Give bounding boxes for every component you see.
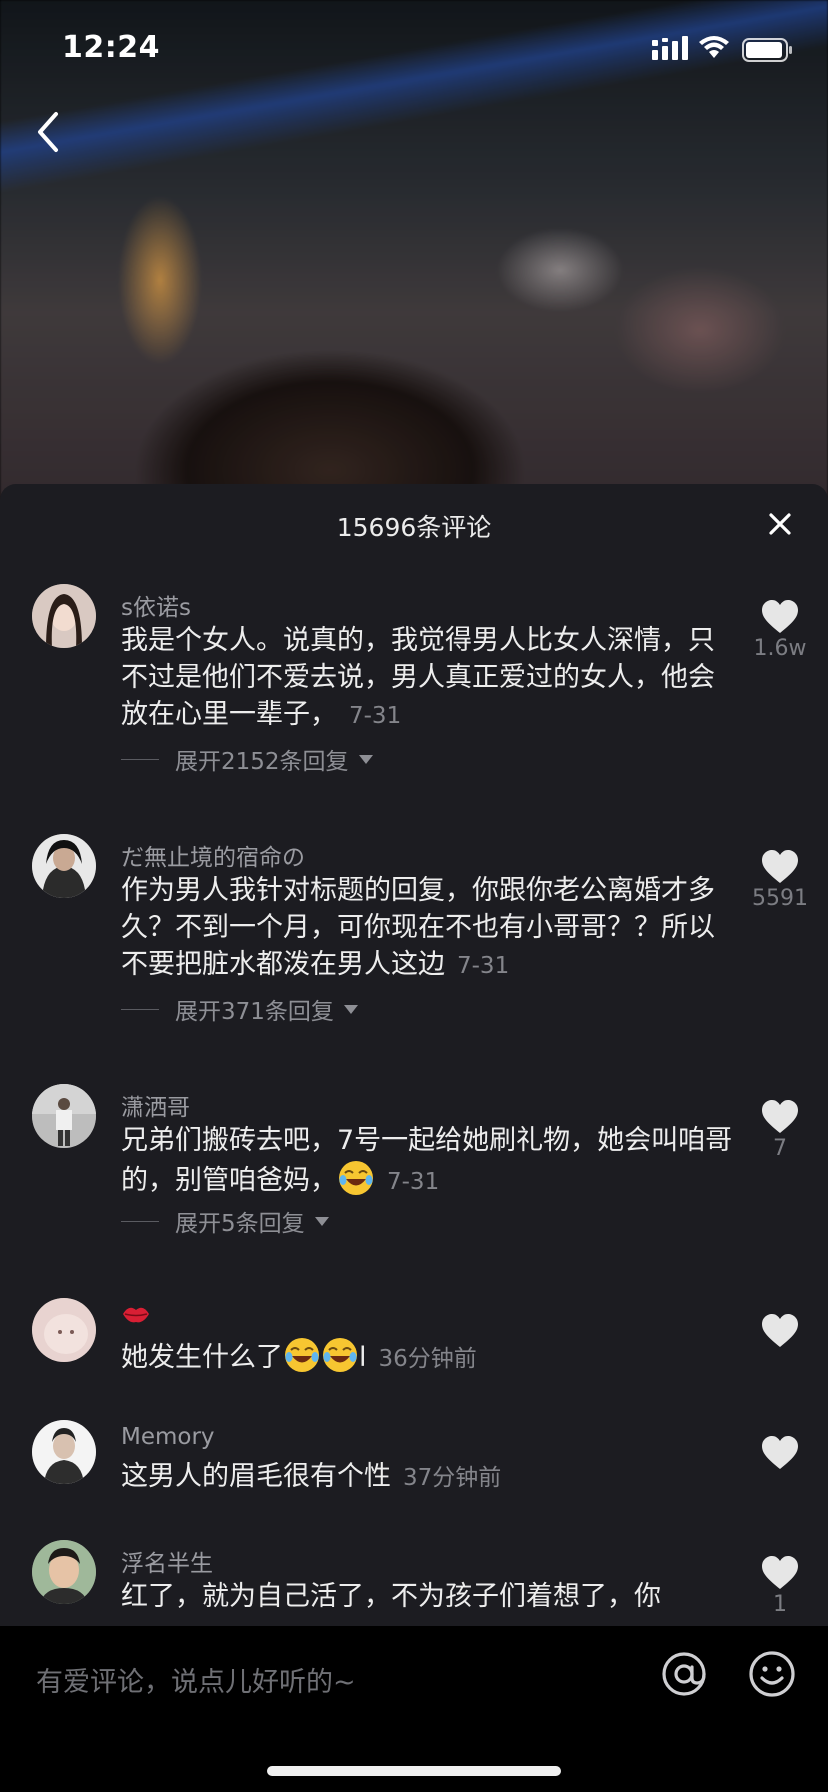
comment-date: 36分钟前 <box>378 1346 477 1372</box>
expand-label: 展开371条回复 <box>175 999 334 1025</box>
comment-author[interactable]: s依诺s <box>121 588 191 622</box>
comment-date: 37分钟前 <box>403 1465 502 1491</box>
comment-body: 这男人的眉毛很有个性 <box>121 1461 391 1492</box>
expand-replies[interactable]: 展开5条回复 <box>121 1204 329 1238</box>
heart-icon <box>762 600 798 633</box>
close-icon[interactable] <box>764 508 796 540</box>
expand-replies[interactable]: 展开2152条回复 <box>121 742 373 776</box>
like-button[interactable] <box>730 1436 828 1470</box>
comment-author[interactable]: だ無止境的宿命の <box>121 838 305 872</box>
comment-text: 她发生什么了 l 36分钟前 <box>121 1336 733 1378</box>
expand-label: 展开2152条回复 <box>175 749 349 775</box>
comment-panel: 15696条评论 s依诺s 我是个女人。说真的，我觉得男人比女人深情，只不过是他… <box>0 484 828 1792</box>
like-button[interactable]: 1 <box>730 1556 828 1617</box>
status-time: 12:24 <box>62 30 160 65</box>
divider-line <box>121 758 159 760</box>
avatar[interactable] <box>32 1298 96 1362</box>
video-shade <box>0 0 828 520</box>
wifi-icon <box>699 36 729 58</box>
heart-icon <box>762 1100 798 1133</box>
comment-text: 兄弟们搬砖去吧，7号一起给她刷礼物，她会叫咱哥的，别管咱爸妈， 7-31 <box>121 1122 733 1201</box>
avatar[interactable] <box>32 1540 96 1604</box>
lips-icon <box>123 1307 149 1323</box>
comment-text: 我是个女人。说真的，我觉得男人比女人深情，只不过是他们不爱去说，男人真正爱过的女… <box>121 622 733 735</box>
caret-down-icon <box>358 754 373 764</box>
comment-body: 我是个女人。说真的，我觉得男人比女人深情，只不过是他们不爱去说，男人真正爱过的女… <box>121 625 715 730</box>
like-button[interactable]: 5591 <box>730 850 828 911</box>
heart-icon <box>762 850 798 883</box>
heart-icon <box>762 1436 798 1469</box>
like-button[interactable]: 1.6w <box>730 600 828 661</box>
laughing-tears-emoji <box>323 1338 357 1372</box>
like-button[interactable] <box>730 1314 828 1348</box>
like-count: 7 <box>773 1136 787 1161</box>
like-count: 5591 <box>752 886 808 911</box>
like-count: 1 <box>773 1592 787 1617</box>
like-count: 1.6w <box>753 636 807 661</box>
battery-icon <box>742 38 792 62</box>
divider-line <box>121 1220 159 1222</box>
expand-label: 展开5条回复 <box>175 1211 305 1237</box>
comment-body-suffix: l <box>359 1342 367 1373</box>
comment-date: 7-31 <box>349 703 402 729</box>
comment-body: 作为男人我针对标题的回复，你跟你老公离婚才多久？不到一个月，可你现在不也有小哥哥… <box>121 875 715 980</box>
back-chevron-icon[interactable] <box>28 108 68 156</box>
cellular-signal-icon <box>652 36 688 60</box>
home-indicator[interactable] <box>267 1766 561 1776</box>
divider-line <box>121 1008 159 1010</box>
laughing-tears-emoji <box>285 1338 319 1372</box>
comment-text: 作为男人我针对标题的回复，你跟你老公离婚才多久？不到一个月，可你现在不也有小哥哥… <box>121 872 733 985</box>
caret-down-icon <box>343 1004 358 1014</box>
avatar[interactable] <box>32 584 96 648</box>
avatar[interactable] <box>32 1084 96 1148</box>
comment-date: 7-31 <box>457 953 510 979</box>
caret-down-icon <box>314 1216 329 1226</box>
avatar[interactable] <box>32 834 96 898</box>
comment-author[interactable]: 潇洒哥 <box>121 1088 190 1122</box>
comment-input-bar: 有爱评论，说点儿好听的~ <box>0 1626 828 1792</box>
expand-replies[interactable]: 展开371条回复 <box>121 992 358 1026</box>
heart-icon <box>762 1556 798 1589</box>
comment-text: 红了，就为自己活了，不为孩子们着想了，你 <box>121 1578 733 1615</box>
comment-count-title: 15696条评论 <box>336 513 492 542</box>
comment-body: 她发生什么了 <box>121 1342 283 1373</box>
comment-text: 这男人的眉毛很有个性 37分钟前 <box>121 1458 733 1497</box>
comment-date: 7-31 <box>387 1169 440 1195</box>
smiley-icon[interactable] <box>748 1650 796 1698</box>
laughing-tears-emoji <box>339 1161 373 1195</box>
like-button[interactable]: 7 <box>730 1100 828 1161</box>
comment-author[interactable]: Memory <box>121 1424 215 1450</box>
avatar[interactable] <box>32 1420 96 1484</box>
at-sign-icon[interactable] <box>660 1650 708 1698</box>
comment-input[interactable]: 有爱评论，说点儿好听的~ <box>36 1660 356 1699</box>
comment-body: 红了，就为自己活了，不为孩子们着想了，你 <box>121 1581 661 1612</box>
comment-author[interactable]: 浮名半生 <box>121 1544 213 1578</box>
heart-icon <box>762 1314 798 1347</box>
